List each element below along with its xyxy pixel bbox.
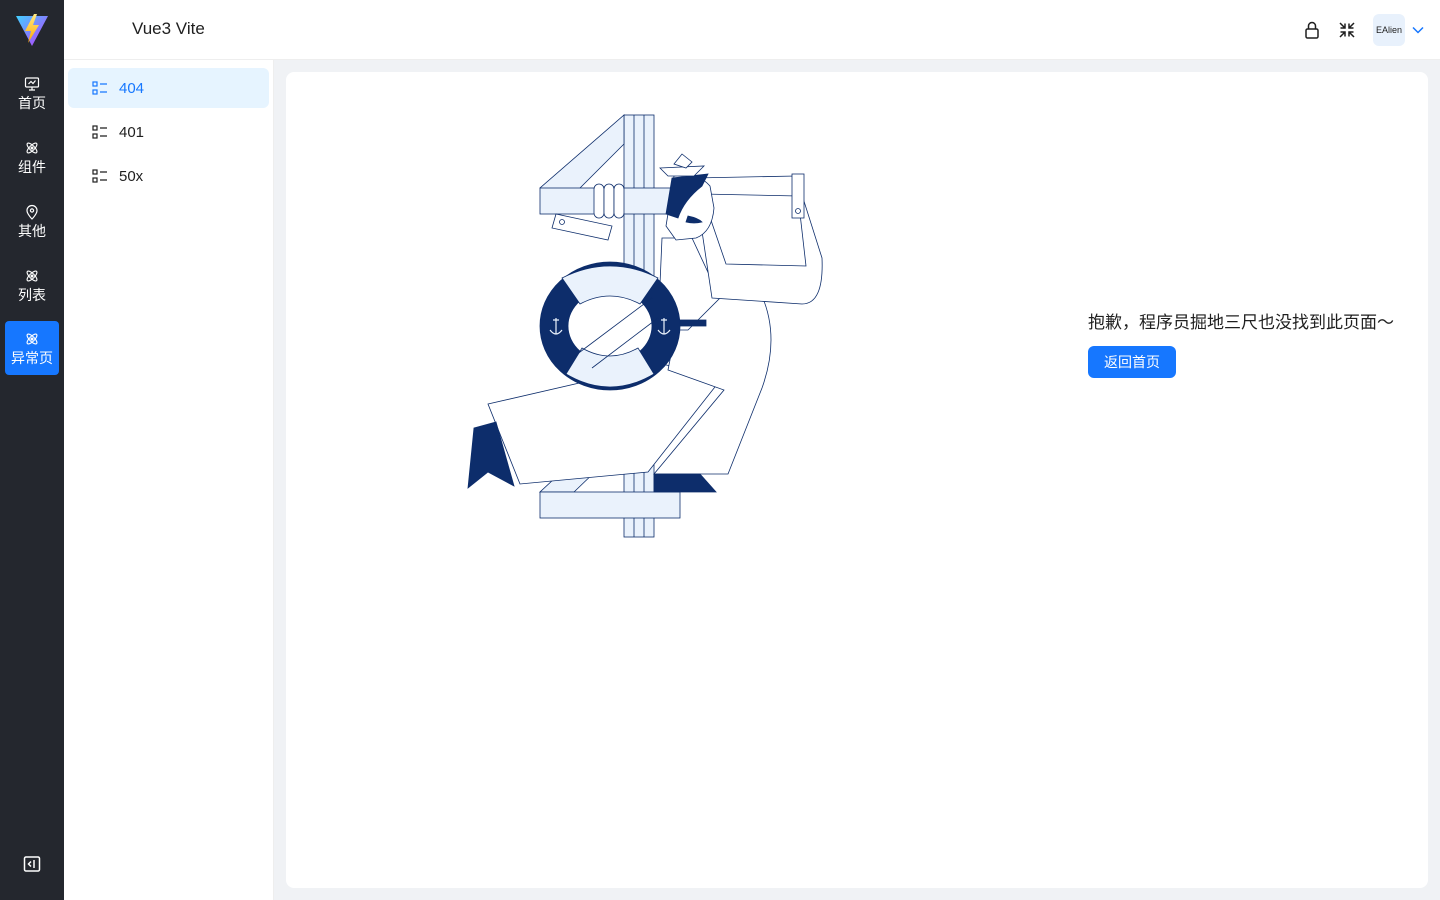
exit-fullscreen-icon[interactable] (1337, 20, 1357, 40)
rail-item-label: 列表 (18, 286, 46, 303)
atom-icon (26, 270, 38, 281)
app-title: Vue3 Vite (132, 19, 205, 38)
submenu-item-label: 404 (119, 79, 145, 97)
submenu-item-label: 50x (119, 167, 144, 185)
sailor-404-illustration (467, 114, 823, 538)
rail-item-label: 组件 (18, 158, 46, 175)
list-icon (92, 169, 107, 183)
top-header: Vue3 Vite EAlien (64, 0, 1440, 60)
error-message: 抱歉，程序员掘地三尺也没找到此页面～ (1088, 313, 1394, 332)
vite-logo-icon[interactable] (14, 12, 50, 48)
rail-item-exception[interactable]: 异常页 (5, 321, 59, 375)
rail-item-home[interactable]: 首页 (5, 66, 59, 120)
atom-icon (26, 142, 38, 153)
avatar[interactable]: EAlien (1373, 14, 1405, 46)
collapse-sidebar-icon[interactable] (23, 855, 41, 873)
rail-item-label: 其他 (18, 222, 46, 239)
list-icon (92, 125, 107, 139)
submenu-item-401[interactable]: 401 (68, 112, 269, 152)
content-panel: 抱歉，程序员掘地三尺也没找到此页面～ 返回首页 (286, 72, 1428, 888)
chevron-down-icon[interactable] (1411, 23, 1425, 37)
back-home-button[interactable]: 返回首页 (1088, 346, 1176, 378)
sub-menu: 404 401 50x (64, 60, 274, 900)
rail-item-other[interactable]: 其他 (5, 194, 59, 248)
icon-rail: 首页 组件 其他 列表 异常页 (0, 0, 64, 900)
user-menu[interactable]: EAlien (1373, 14, 1425, 46)
list-icon (92, 81, 107, 95)
submenu-item-404[interactable]: 404 (68, 68, 269, 108)
submenu-item-label: 401 (119, 123, 145, 141)
location-pin-icon (26, 204, 38, 220)
rail-item-components[interactable]: 组件 (5, 130, 59, 184)
rail-item-list[interactable]: 列表 (5, 258, 59, 312)
atom-icon (26, 333, 38, 344)
lock-icon[interactable] (1302, 20, 1322, 40)
rail-item-label: 异常页 (11, 349, 53, 366)
rail-item-label: 首页 (18, 94, 46, 111)
dashboard-icon (24, 76, 40, 91)
submenu-item-50x[interactable]: 50x (68, 156, 269, 196)
